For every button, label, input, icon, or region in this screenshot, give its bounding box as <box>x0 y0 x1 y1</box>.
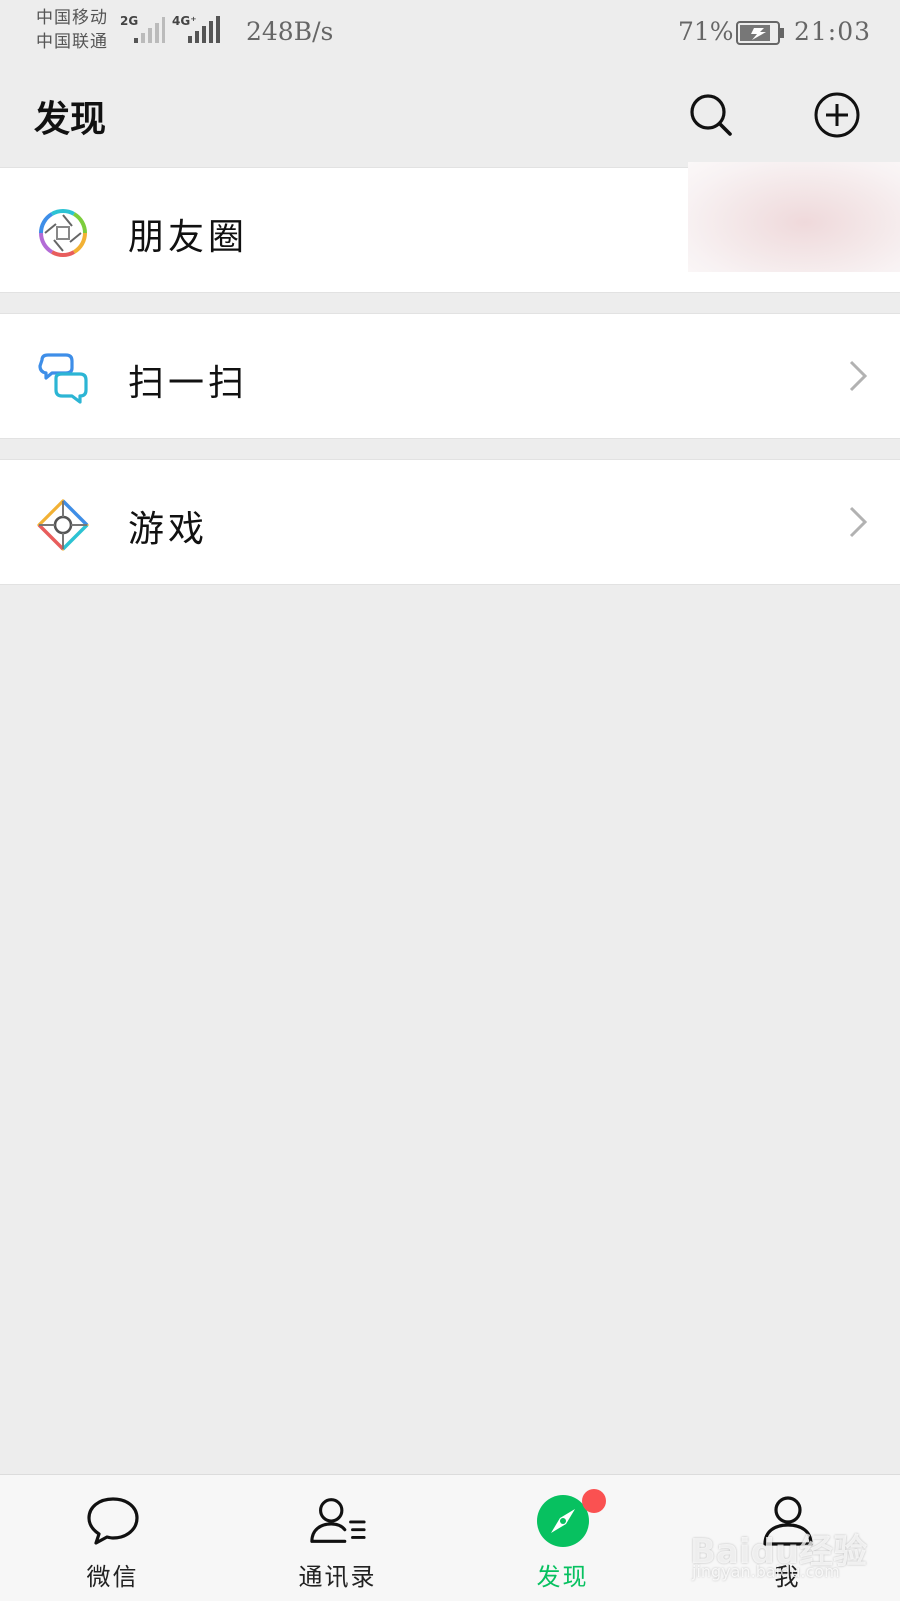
search-button[interactable] <box>684 88 738 142</box>
signal-bars-icon <box>188 16 220 43</box>
tab-chats-label: 微信 <box>86 1563 139 1591</box>
moments-aperture-icon <box>39 209 87 257</box>
signal-bars-icon <box>134 17 165 43</box>
notification-badge <box>582 1489 606 1513</box>
tab-discover[interactable]: 发现 <box>450 1475 675 1601</box>
scan-cell[interactable]: 扫一扫 <box>0 314 900 438</box>
battery-percent: 71% <box>678 17 734 46</box>
carrier-1: 中国移动 <box>36 8 108 28</box>
tab-chats[interactable]: 微信 <box>0 1475 225 1601</box>
moments-cell[interactable]: 朋友圈 <box>0 162 900 292</box>
contacts-icon <box>308 1493 368 1549</box>
plus-circle-icon <box>814 92 860 138</box>
scan-label: 扫一扫 <box>128 363 249 404</box>
carrier-2: 中国联通 <box>36 32 108 52</box>
moments-thumbnail <box>688 162 900 272</box>
games-icon <box>37 499 89 551</box>
games-cell[interactable]: 游戏 <box>0 460 900 584</box>
clock: 21:03 <box>794 17 872 46</box>
scan-icon <box>38 353 88 404</box>
carrier-names: 中国移动 中国联通 <box>36 6 108 54</box>
tab-bar: 微信 通讯录 发现 我 <box>0 1474 900 1601</box>
divider <box>0 438 900 439</box>
tab-discover-label: 发现 <box>536 1563 589 1591</box>
tab-contacts-label: 通讯录 <box>298 1563 377 1591</box>
tab-contacts[interactable]: 通讯录 <box>225 1475 450 1601</box>
moments-label: 朋友圈 <box>128 217 249 258</box>
chevron-right-icon <box>849 360 868 392</box>
chat-bubble-icon <box>83 1493 143 1549</box>
tab-me[interactable]: 我 <box>675 1475 900 1601</box>
search-icon <box>690 94 732 136</box>
tab-me-label: 我 <box>774 1563 801 1591</box>
header: 发现 <box>0 66 900 166</box>
person-icon <box>758 1493 818 1549</box>
divider <box>0 292 900 293</box>
status-bar: 中国移动 中国联通 2G 4G⁺ 248B/s 71% 21:03 <box>0 0 900 66</box>
battery-charging-icon <box>736 21 784 45</box>
page-title: 发现 <box>34 99 107 140</box>
games-label: 游戏 <box>128 509 209 550</box>
chevron-right-icon <box>849 506 868 538</box>
network-speed: 248B/s <box>246 17 334 46</box>
divider <box>0 584 900 585</box>
add-button[interactable] <box>810 88 864 142</box>
